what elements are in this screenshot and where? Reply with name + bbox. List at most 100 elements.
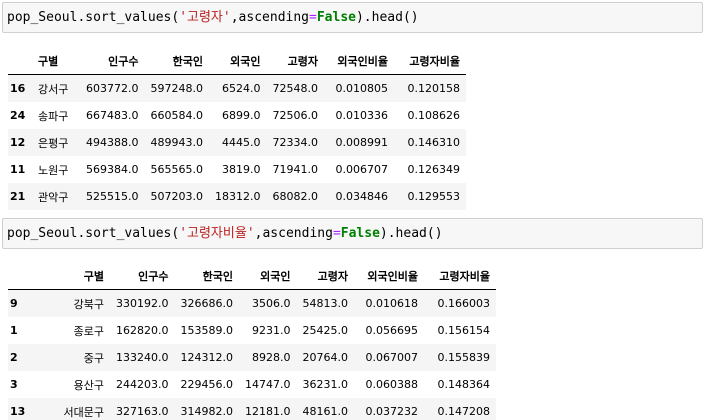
cell-foreigner-ratio: 0.037232: [365, 405, 419, 418]
column-header: 고령자비율: [424, 262, 496, 290]
cell-foreigner: 9231.0: [252, 324, 291, 337]
cell-district: 송파구: [38, 109, 69, 123]
cell-elderly-ratio: 0.147208: [437, 405, 491, 418]
row-index: 11: [10, 163, 26, 176]
cell-foreigner-ratio: 0.006707: [335, 163, 389, 176]
code-text: pop_Seoul.sort_values(: [7, 10, 180, 25]
cell-foreigner: 12181.0: [245, 405, 291, 418]
column-header: 인구수: [80, 47, 145, 75]
cell-foreigner: 8928.0: [252, 351, 291, 364]
cell-foreigner-ratio: 0.010805: [335, 82, 389, 95]
row-index: 16: [10, 82, 26, 95]
column-header: 구별: [32, 47, 80, 75]
cell-elderly-ratio: 0.108626: [407, 109, 461, 122]
cell-district: 용산구: [73, 378, 104, 392]
dataframe-output-1: 구별 인구수 한국인 외국인 고령자 외국인비율 고령자비율 16 강서구 60…: [8, 47, 466, 210]
row-index: 3: [10, 378, 18, 391]
code-operator: =: [309, 10, 317, 25]
cell-elderly: 20764.0: [302, 351, 349, 364]
cell-elderly: 72506.0: [272, 109, 319, 122]
cell-district: 관악구: [38, 190, 69, 204]
cell-foreigner: 6899.0: [222, 109, 261, 122]
cell-foreigner-ratio: 0.010618: [365, 297, 419, 310]
code-text: ).head(): [355, 10, 419, 25]
cell-foreigner-ratio: 0.056695: [365, 324, 419, 337]
dataframe-output-2: 구별 인구수 한국인 외국인 고령자 외국인비율 고령자비율 9 강북구 330…: [8, 262, 496, 420]
column-header: 한국인: [174, 262, 239, 290]
cell-district: 강북구: [73, 297, 104, 311]
cell-korean: 124312.0: [180, 351, 234, 364]
cell-elderly: 72334.0: [272, 136, 319, 149]
cell-elderly-ratio: 0.156154: [437, 324, 491, 337]
row-index: 9: [10, 297, 18, 310]
cell-foreigner-ratio: 0.008991: [335, 136, 389, 149]
table-row: 9 강북구 330192.0 326686.0 3506.0 54813.0 0…: [8, 289, 496, 317]
column-header: 고령자: [266, 47, 324, 75]
table-row: 12 은평구 494388.0 489943.0 4445.0 72334.0 …: [8, 129, 466, 156]
column-header: 고령자비율: [394, 47, 466, 75]
table-row: 1 종로구 162820.0 153589.0 9231.0 25425.0 0…: [8, 317, 496, 344]
code-operator: =: [332, 226, 341, 241]
row-index: 13: [10, 405, 26, 418]
cell-district: 중구: [83, 351, 104, 365]
cell-korean: 660584.0: [150, 109, 204, 122]
column-header: 외국인: [209, 47, 267, 75]
cell-population: 133240.0: [116, 351, 169, 364]
cell-district: 서대문구: [63, 405, 104, 419]
cell-elderly: 71941.0: [272, 163, 319, 176]
code-keyword: False: [340, 226, 380, 241]
cell-district: 강서구: [38, 82, 69, 96]
column-header: 외국인: [239, 262, 297, 290]
index-header: [8, 47, 32, 75]
code-string-literal: '고령자': [179, 10, 231, 25]
cell-elderly: 25425.0: [302, 324, 349, 337]
table-row: 11 노원구 569384.0 565565.0 3819.0 71941.0 …: [8, 156, 466, 183]
cell-district: 은평구: [38, 136, 69, 150]
code-cell-2-input[interactable]: pop_Seoul.sort_values('고령자비율',ascending=…: [2, 218, 703, 249]
column-header: 외국인비율: [324, 47, 394, 75]
cell-population: 330192.0: [116, 297, 169, 310]
column-header: 한국인: [144, 47, 209, 75]
row-index: 24: [10, 109, 26, 122]
cell-population: 667483.0: [86, 109, 139, 122]
cell-population: 244203.0: [116, 378, 169, 391]
cell-foreigner: 18312.0: [215, 190, 261, 203]
cell-elderly-ratio: 0.120158: [407, 82, 461, 95]
cell-korean: 314982.0: [180, 405, 234, 418]
cell-population: 494388.0: [86, 136, 139, 149]
table-row: 13 서대문구 327163.0 314982.0 12181.0 48161.…: [8, 398, 496, 420]
table-row: 2 중구 133240.0 124312.0 8928.0 20764.0 0.…: [8, 344, 496, 371]
cell-foreigner-ratio: 0.060388: [365, 378, 419, 391]
table-row: 16 강서구 603772.0 597248.0 6524.0 72548.0 …: [8, 74, 466, 102]
cell-korean: 489943.0: [150, 136, 204, 149]
cell-elderly-ratio: 0.148364: [437, 378, 491, 391]
code-text: pop_Seoul.sort_values(: [7, 226, 180, 241]
cell-elderly: 48161.0: [302, 405, 349, 418]
column-header: 고령자: [296, 262, 354, 290]
cell-foreigner: 3506.0: [252, 297, 291, 310]
cell-population: 327163.0: [116, 405, 169, 418]
table-row: 3 용산구 244203.0 229456.0 14747.0 36231.0 …: [8, 371, 496, 398]
cell-foreigner: 4445.0: [222, 136, 261, 149]
cell-elderly: 72548.0: [272, 82, 319, 95]
table-row: 21 관악구 525515.0 507203.0 18312.0 68082.0…: [8, 183, 466, 210]
cell-korean: 507203.0: [150, 190, 204, 203]
cell-elderly-ratio: 0.155839: [437, 351, 491, 364]
cell-foreigner: 14747.0: [245, 378, 291, 391]
cell-elderly-ratio: 0.129553: [407, 190, 461, 203]
column-header: 인구수: [110, 262, 175, 290]
cell-elderly: 36231.0: [302, 378, 349, 391]
cell-foreigner-ratio: 0.067007: [365, 351, 419, 364]
code-cell-1-input[interactable]: pop_Seoul.sort_values('고령자',ascending=Fa…: [2, 2, 703, 33]
code-text: ).head(): [379, 226, 443, 241]
cell-korean: 326686.0: [180, 297, 234, 310]
cell-korean: 229456.0: [180, 378, 234, 391]
cell-elderly-ratio: 0.146310: [407, 136, 461, 149]
code-string-literal: '고령자비율': [179, 226, 255, 241]
cell-foreigner: 6524.0: [222, 82, 261, 95]
row-index: 1: [10, 324, 18, 337]
table-row: 24 송파구 667483.0 660584.0 6899.0 72506.0 …: [8, 102, 466, 129]
cell-foreigner: 3819.0: [222, 163, 261, 176]
table-header-row: 구별 인구수 한국인 외국인 고령자 외국인비율 고령자비율: [8, 47, 466, 75]
cell-elderly-ratio: 0.126349: [407, 163, 461, 176]
